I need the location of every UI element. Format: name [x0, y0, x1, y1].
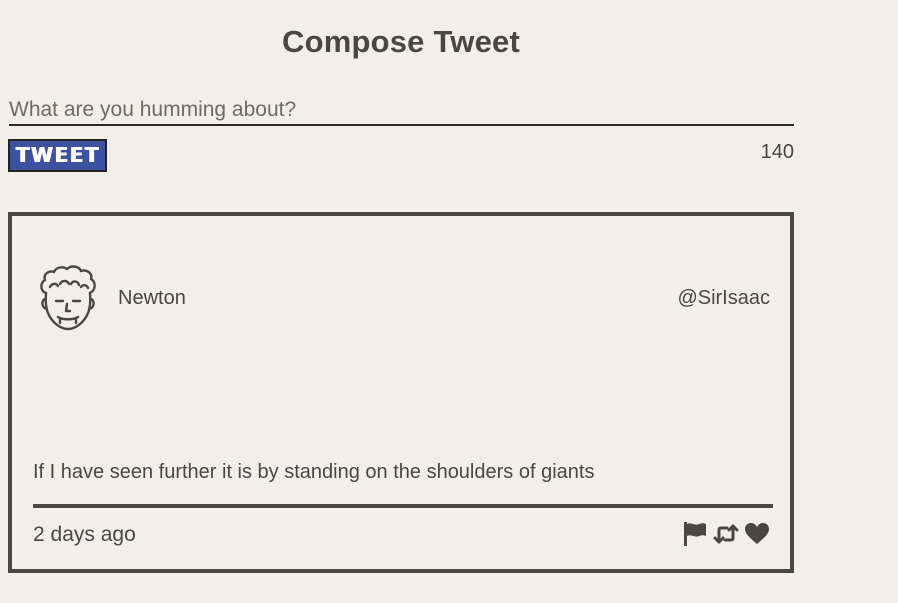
char-counter: 140	[760, 141, 794, 163]
heart-icon[interactable]	[744, 521, 770, 547]
tweet-actions	[682, 521, 770, 547]
author-name: Newton	[118, 287, 186, 309]
author-handle: @SirIsaac	[677, 287, 770, 309]
flag-icon[interactable]	[682, 521, 708, 547]
divider	[33, 504, 773, 508]
avatar	[36, 265, 100, 333]
tweet-button[interactable]: TWEET	[8, 139, 107, 172]
tweet-timestamp: 2 days ago	[33, 523, 136, 546]
cartoon-face-icon	[40, 265, 96, 331]
page-title: Compose Tweet	[281, 24, 520, 59]
tweet-text: If I have seen further it is by standing…	[33, 461, 595, 483]
retweet-icon[interactable]	[713, 521, 739, 547]
page: Compose Tweet TWEET 140	[0, 0, 898, 603]
compose-input[interactable]	[9, 96, 794, 126]
tweet-card: Newton @SirIsaac If I have seen further …	[8, 212, 794, 573]
